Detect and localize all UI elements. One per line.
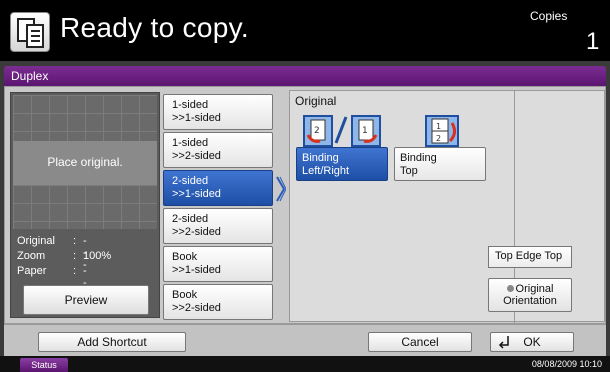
info-separator: :: [73, 235, 77, 247]
preview-panel: Place original. Original : --- Zoom : 10…: [10, 92, 160, 318]
info-zoom-value: 100%: [83, 250, 112, 262]
copies-count: 1: [586, 28, 600, 55]
cancel-button[interactable]: Cancel: [368, 332, 472, 352]
place-original-box: Place original.: [13, 141, 157, 185]
chevron-right-icon: [276, 176, 286, 202]
option-book-to-1-sided[interactable]: Book >>1-sided: [163, 246, 273, 282]
binding-top-button[interactable]: Binding Top: [394, 147, 486, 181]
datetime: 08/08/2009 10:10: [531, 359, 602, 369]
orientation-status: Top Edge Top: [488, 246, 572, 268]
svg-text:1: 1: [362, 126, 368, 136]
binding-left-right-button[interactable]: Binding Left/Right: [296, 147, 388, 181]
header: Ready to copy. Copies 1: [0, 0, 610, 61]
function-title: Duplex: [11, 69, 49, 83]
info-original-label: Original: [17, 235, 55, 247]
status-tab[interactable]: Status: [20, 358, 68, 372]
add-shortcut-button[interactable]: Add Shortcut: [38, 332, 186, 352]
preview-button[interactable]: Preview: [23, 285, 149, 315]
option-2-sided-to-2-sided[interactable]: 2-sided >>2-sided: [163, 208, 273, 244]
ok-button[interactable]: OK: [490, 332, 574, 352]
binding-left-right-icon: 2 1: [303, 115, 381, 147]
enter-icon: [498, 336, 509, 349]
page-title: Ready to copy.: [60, 12, 249, 43]
ok-label: OK: [523, 335, 541, 349]
info-separator: :: [73, 250, 77, 262]
status-bar: Status 08/08/2009 10:10: [0, 356, 610, 372]
option-1-sided-to-1-sided[interactable]: 1-sided >>1-sided: [163, 94, 273, 130]
place-original-text: Place original.: [47, 155, 123, 169]
copy-document-icon: [10, 12, 50, 52]
info-zoom-label: Zoom: [17, 250, 46, 262]
svg-text:2: 2: [436, 134, 441, 143]
info-paper-label: Paper: [17, 265, 47, 277]
orientation-radio-icon: [506, 285, 514, 292]
bottom-action-bar: Add Shortcut Cancel OK: [4, 324, 606, 356]
svg-text:1: 1: [436, 122, 441, 131]
function-title-bar: Duplex: [4, 66, 606, 86]
binding-top-icon: 1 2: [425, 115, 459, 147]
copies-label: Copies: [530, 9, 568, 23]
option-2-sided-to-1-sided[interactable]: 2-sided >>1-sided: [163, 170, 273, 206]
svg-text:2: 2: [314, 126, 320, 136]
info-separator: :: [73, 265, 77, 277]
original-section-title: Original: [295, 94, 337, 108]
option-book-to-2-sided[interactable]: Book >>2-sided: [163, 284, 273, 320]
option-1-sided-to-2-sided[interactable]: 1-sided >>2-sided: [163, 132, 273, 168]
original-orientation-button[interactable]: Original Orientation: [488, 278, 572, 312]
